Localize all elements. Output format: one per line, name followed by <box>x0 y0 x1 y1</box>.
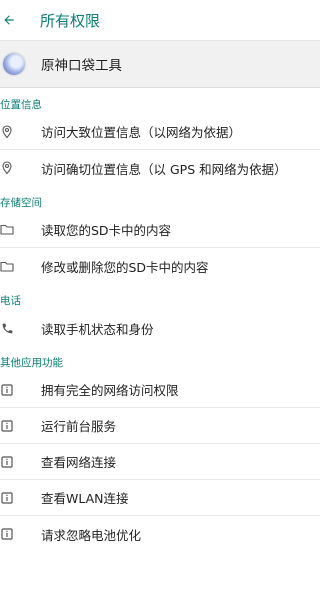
permission-row[interactable]: 读取手机状态和身份 <box>0 310 320 346</box>
permission-row[interactable]: 访问确切位置信息（以 GPS 和网络为依据） <box>0 150 320 186</box>
section-storage: 存储空间 读取您的SD卡中的内容 修改或删除您的SD卡中的内容 <box>0 186 320 284</box>
permission-row[interactable]: 访问大致位置信息（以网络为依据） <box>0 114 320 150</box>
permission-label: 访问确切位置信息（以 GPS 和网络为依据） <box>41 161 287 177</box>
folder-icon <box>0 224 14 235</box>
info-icon <box>0 455 14 468</box>
section-location: 位置信息 访问大致位置信息（以网络为依据） 访问确切位置信息（以 GPS 和网络… <box>0 88 320 186</box>
permission-row[interactable]: 拥有完全的网络访问权限 <box>0 372 320 408</box>
permission-label: 修改或删除您的SD卡中的内容 <box>41 259 209 275</box>
permission-row[interactable]: 查看WLAN连接 <box>0 480 320 516</box>
info-icon <box>0 383 14 396</box>
permission-row[interactable]: 请求忽略电池优化 <box>0 516 320 552</box>
permission-row[interactable]: 读取您的SD卡中的内容 <box>0 212 320 248</box>
section-title-storage: 存储空间 <box>0 197 42 209</box>
permission-label: 运行前台服务 <box>41 419 117 434</box>
app-icon <box>3 53 25 75</box>
permission-label: 查看WLAN连接 <box>41 491 129 506</box>
page-title: 所有权限 <box>40 11 101 30</box>
section-title-phone: 电话 <box>0 295 21 307</box>
permission-label: 访问大致位置信息（以网络为依据） <box>41 125 242 140</box>
info-icon <box>0 491 14 504</box>
permission-label: 读取您的SD卡中的内容 <box>41 223 172 238</box>
info-icon <box>0 419 14 432</box>
folder-icon <box>0 261 14 272</box>
app-header-row: 原神口袋工具 <box>0 40 320 88</box>
section-title-location: 位置信息 <box>0 99 42 111</box>
permission-row[interactable]: 查看网络连接 <box>0 444 320 480</box>
section-other: 其他应用功能 拥有完全的网络访问权限 运行前台服务 查看网络连接 查看WLAN连… <box>0 346 320 552</box>
permission-row[interactable]: 修改或删除您的SD卡中的内容 <box>0 248 320 284</box>
section-title-other: 其他应用功能 <box>0 357 63 369</box>
permission-label: 拥有完全的网络访问权限 <box>41 383 179 398</box>
arrow-back-icon <box>4 15 14 25</box>
section-phone: 电话 读取手机状态和身份 <box>0 284 320 346</box>
back-button[interactable] <box>0 0 30 40</box>
app-name: 原神口袋工具 <box>41 58 122 74</box>
permission-row[interactable]: 运行前台服务 <box>0 408 320 444</box>
permission-label: 查看网络连接 <box>41 455 117 470</box>
permission-label: 请求忽略电池优化 <box>41 527 142 543</box>
location-pin-icon <box>0 161 14 175</box>
toolbar: 所有权限 <box>0 0 320 40</box>
permission-label: 读取手机状态和身份 <box>41 321 154 337</box>
info-icon <box>0 528 14 540</box>
phone-icon <box>0 322 14 335</box>
location-pin-icon <box>0 124 14 139</box>
